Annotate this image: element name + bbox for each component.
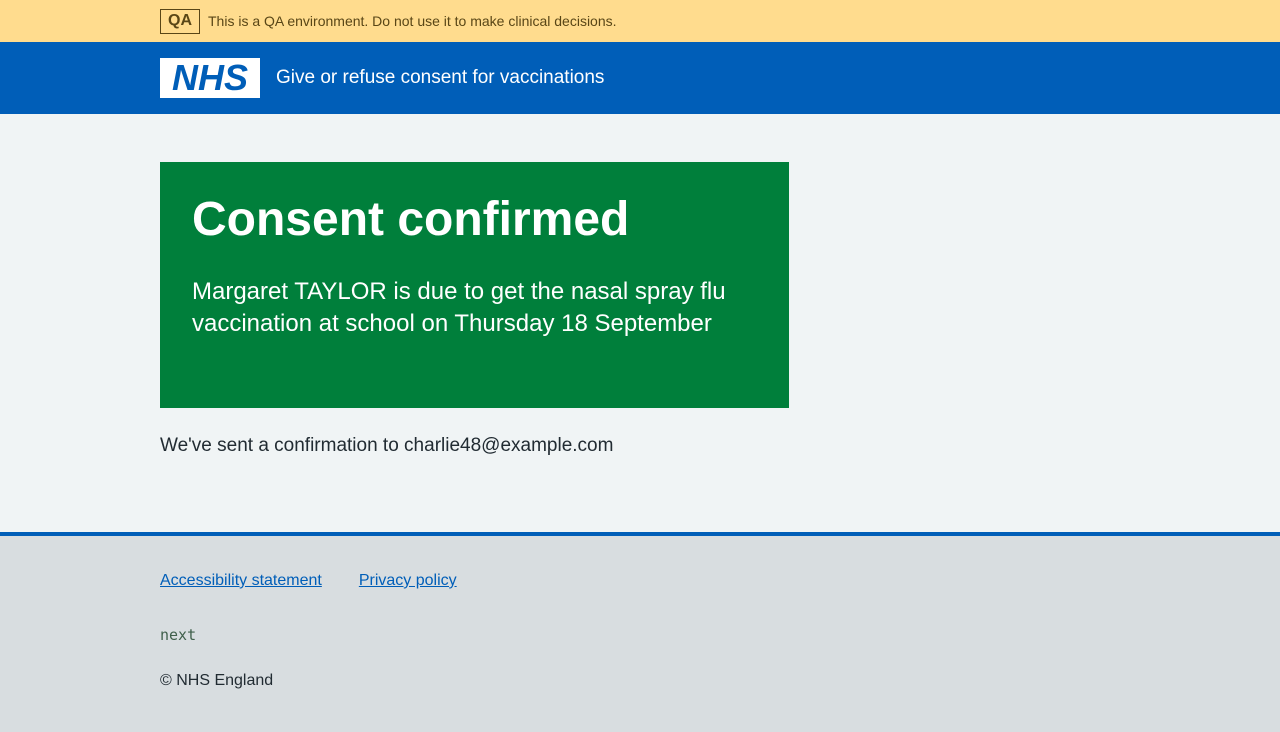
main-content: Consent confirmed Margaret TAYLOR is due… [0, 114, 1280, 532]
panel-body: Margaret TAYLOR is due to get the nasal … [192, 278, 726, 337]
version-label: next [160, 626, 197, 644]
site-footer: Accessibility statement Privacy policy n… [0, 532, 1280, 732]
site-header: NHS Give or refuse consent for vaccinati… [0, 42, 1280, 114]
qa-tag: QA [160, 8, 200, 34]
footer-links: Accessibility statement Privacy policy [160, 572, 1120, 590]
privacy-policy-link[interactable]: Privacy policy [359, 572, 457, 590]
nhs-logo-text: NHS [172, 60, 248, 96]
nhs-logo-icon: NHS [172, 60, 248, 96]
qa-environment-banner: QA This is a QA environment. Do not use … [0, 0, 1280, 42]
service-name[interactable]: Give or refuse consent for vaccinations [276, 66, 604, 90]
nhs-logo[interactable]: NHS [160, 58, 260, 98]
confirmation-email-text: We've sent a confirmation to charlie48@e… [160, 435, 614, 456]
qa-banner-message: This is a QA environment. Do not use it … [208, 13, 617, 29]
copyright: © NHS England [160, 672, 274, 689]
confirmation-panel: Consent confirmed Margaret TAYLOR is due… [160, 162, 789, 408]
accessibility-statement-link[interactable]: Accessibility statement [160, 572, 322, 590]
panel-title: Consent confirmed [192, 193, 630, 246]
